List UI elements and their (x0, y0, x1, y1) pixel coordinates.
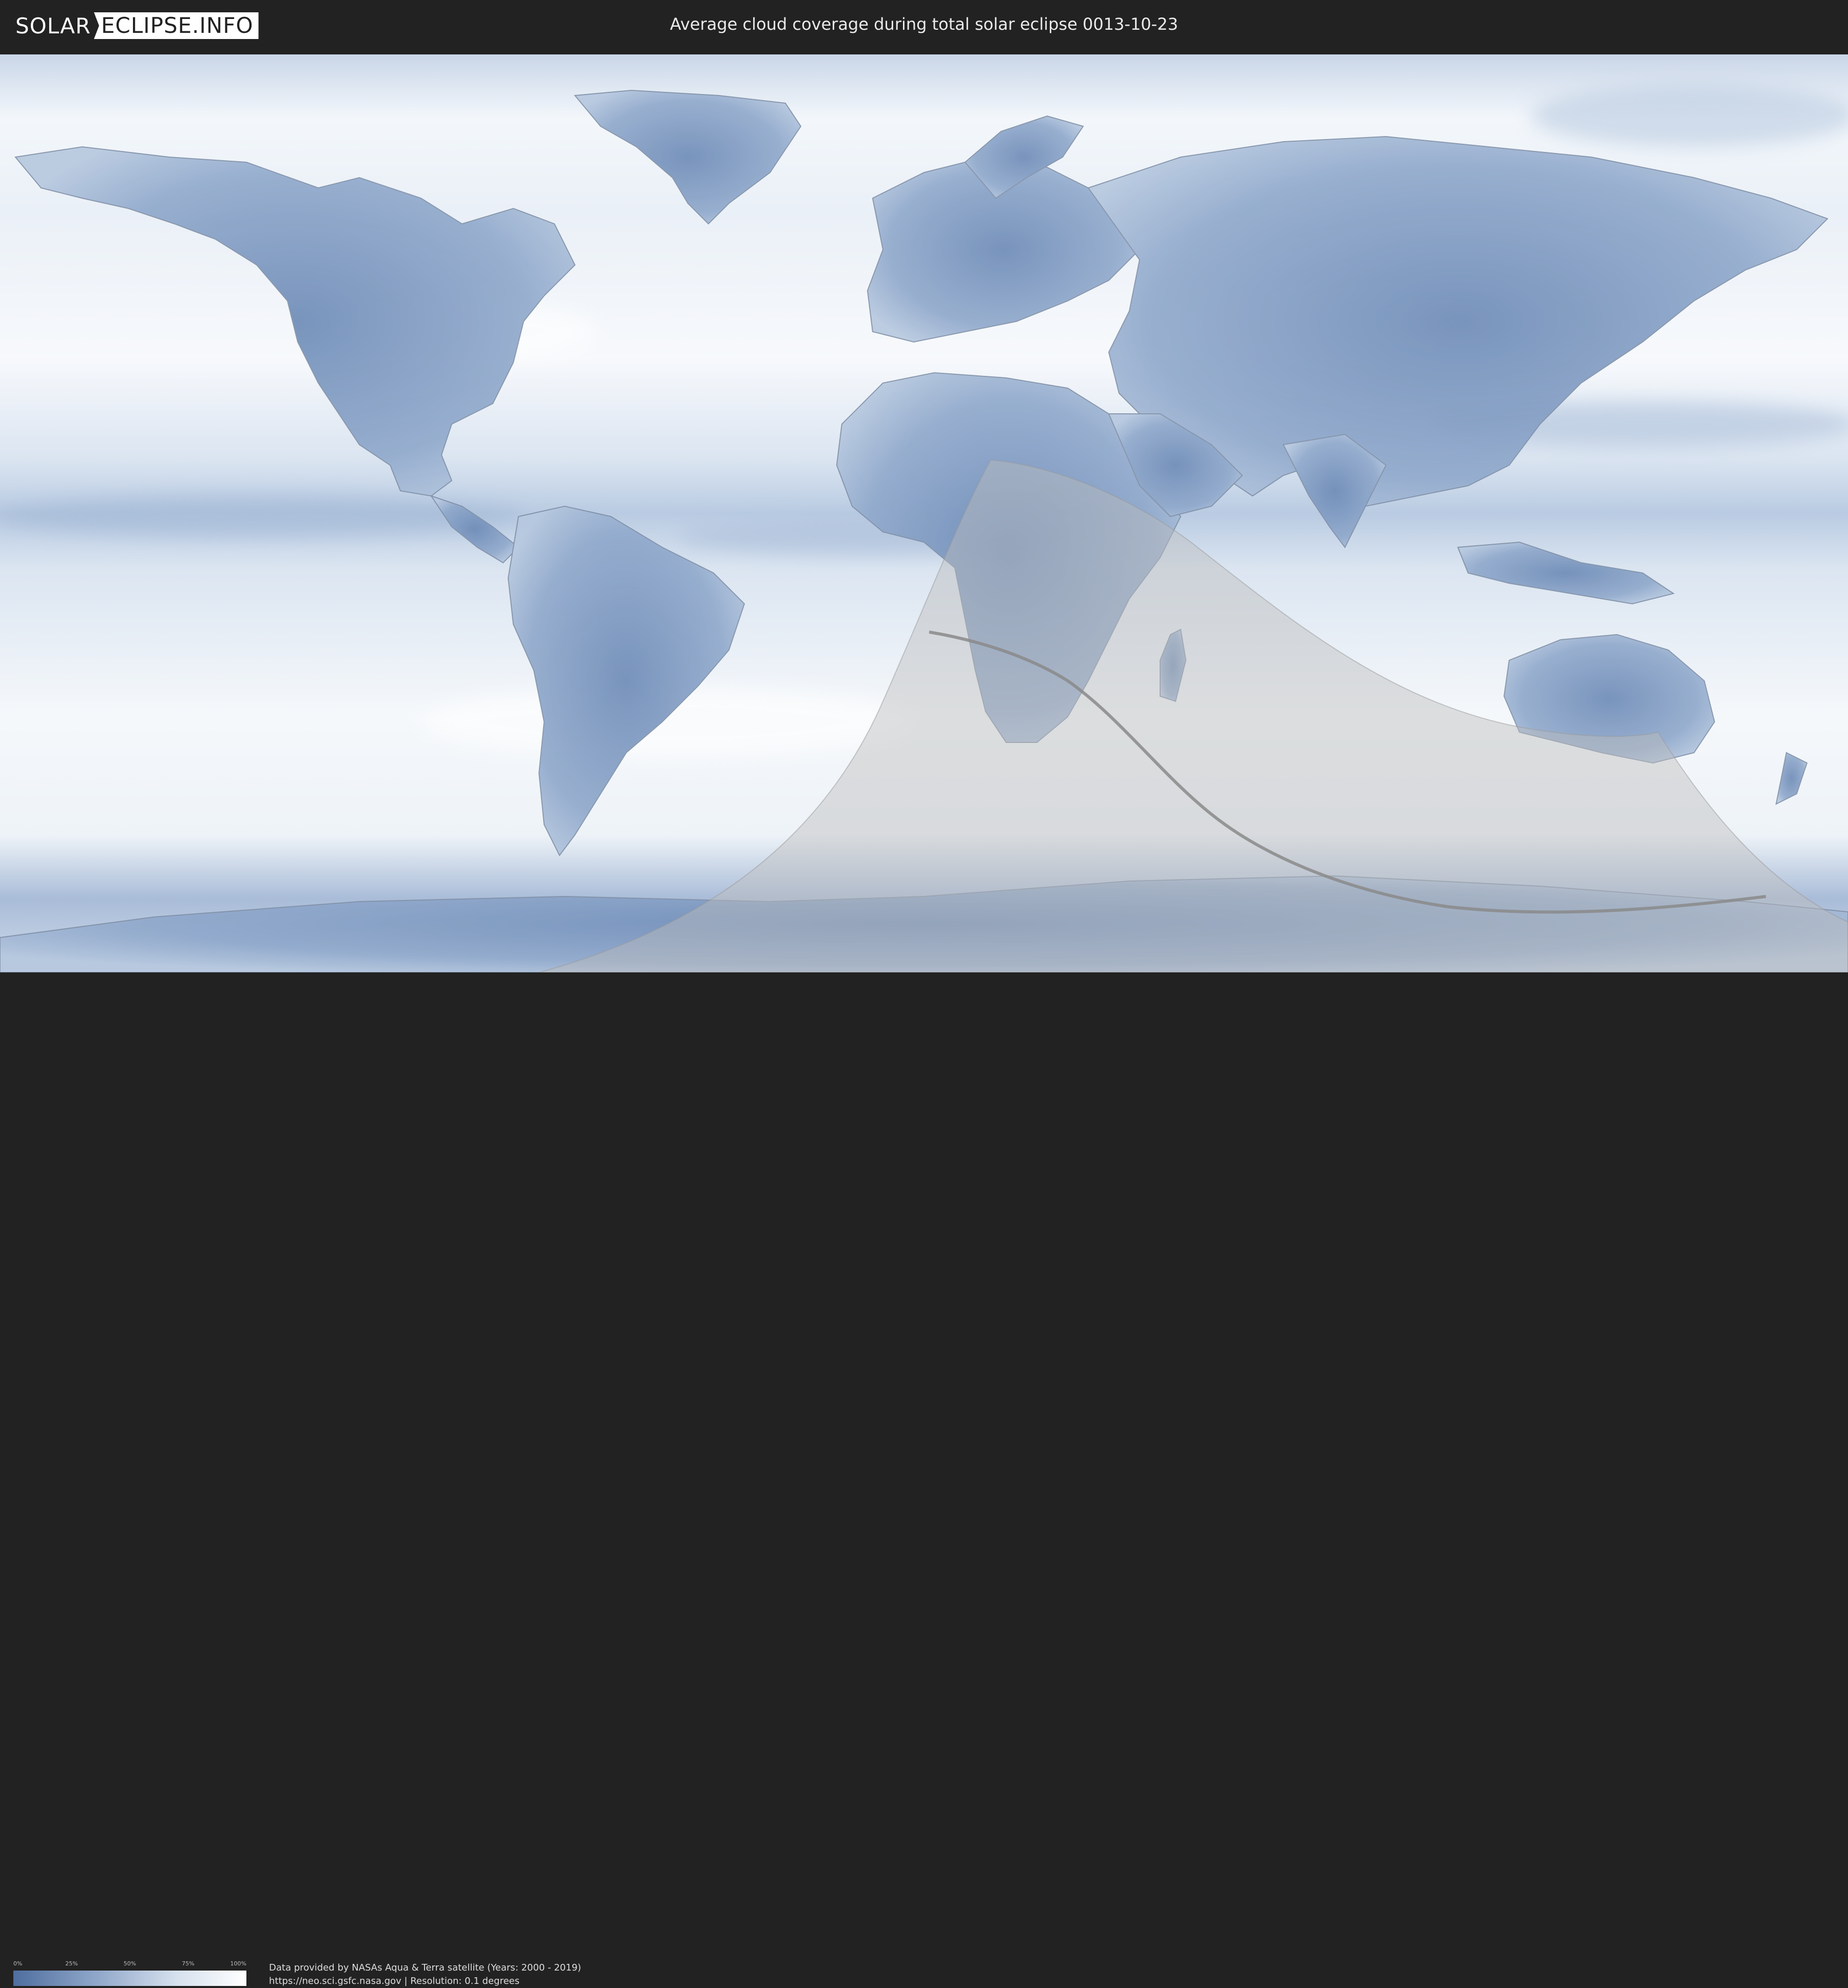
credits-line-2[interactable]: https://neo.sci.gsfc.nasa.gov | Resoluti… (269, 1975, 581, 1988)
cloud-coverage-map[interactable] (0, 54, 1848, 972)
credits-line-1: Data provided by NASAs Aqua & Terra sate… (269, 1962, 582, 1973)
data-credits: Data provided by NASAs Aqua & Terra sate… (269, 1961, 581, 1988)
cloud-coverage-legend: 0% 25% 50% 75% 100% (13, 1960, 246, 1986)
legend-tick-50: 50% (123, 1960, 137, 1967)
page-title: Average cloud coverage during total sola… (670, 14, 1178, 34)
legend-gradient-bar (13, 1971, 246, 1986)
world-map-svg (0, 54, 1848, 972)
legend-tick-0: 0% (13, 1960, 23, 1967)
legend-tick-25: 25% (65, 1960, 78, 1967)
legend-tick-100: 100% (230, 1960, 246, 1967)
legend-ticks: 0% 25% 50% 75% 100% (13, 1960, 246, 1968)
legend-tick-75: 75% (182, 1960, 195, 1967)
header-bar: SOLAR ECLIPSE.INFO Average cloud coverag… (0, 0, 1848, 51)
footer-bar: 0% 25% 50% 75% 100% Data provided by NAS… (0, 972, 1848, 1986)
